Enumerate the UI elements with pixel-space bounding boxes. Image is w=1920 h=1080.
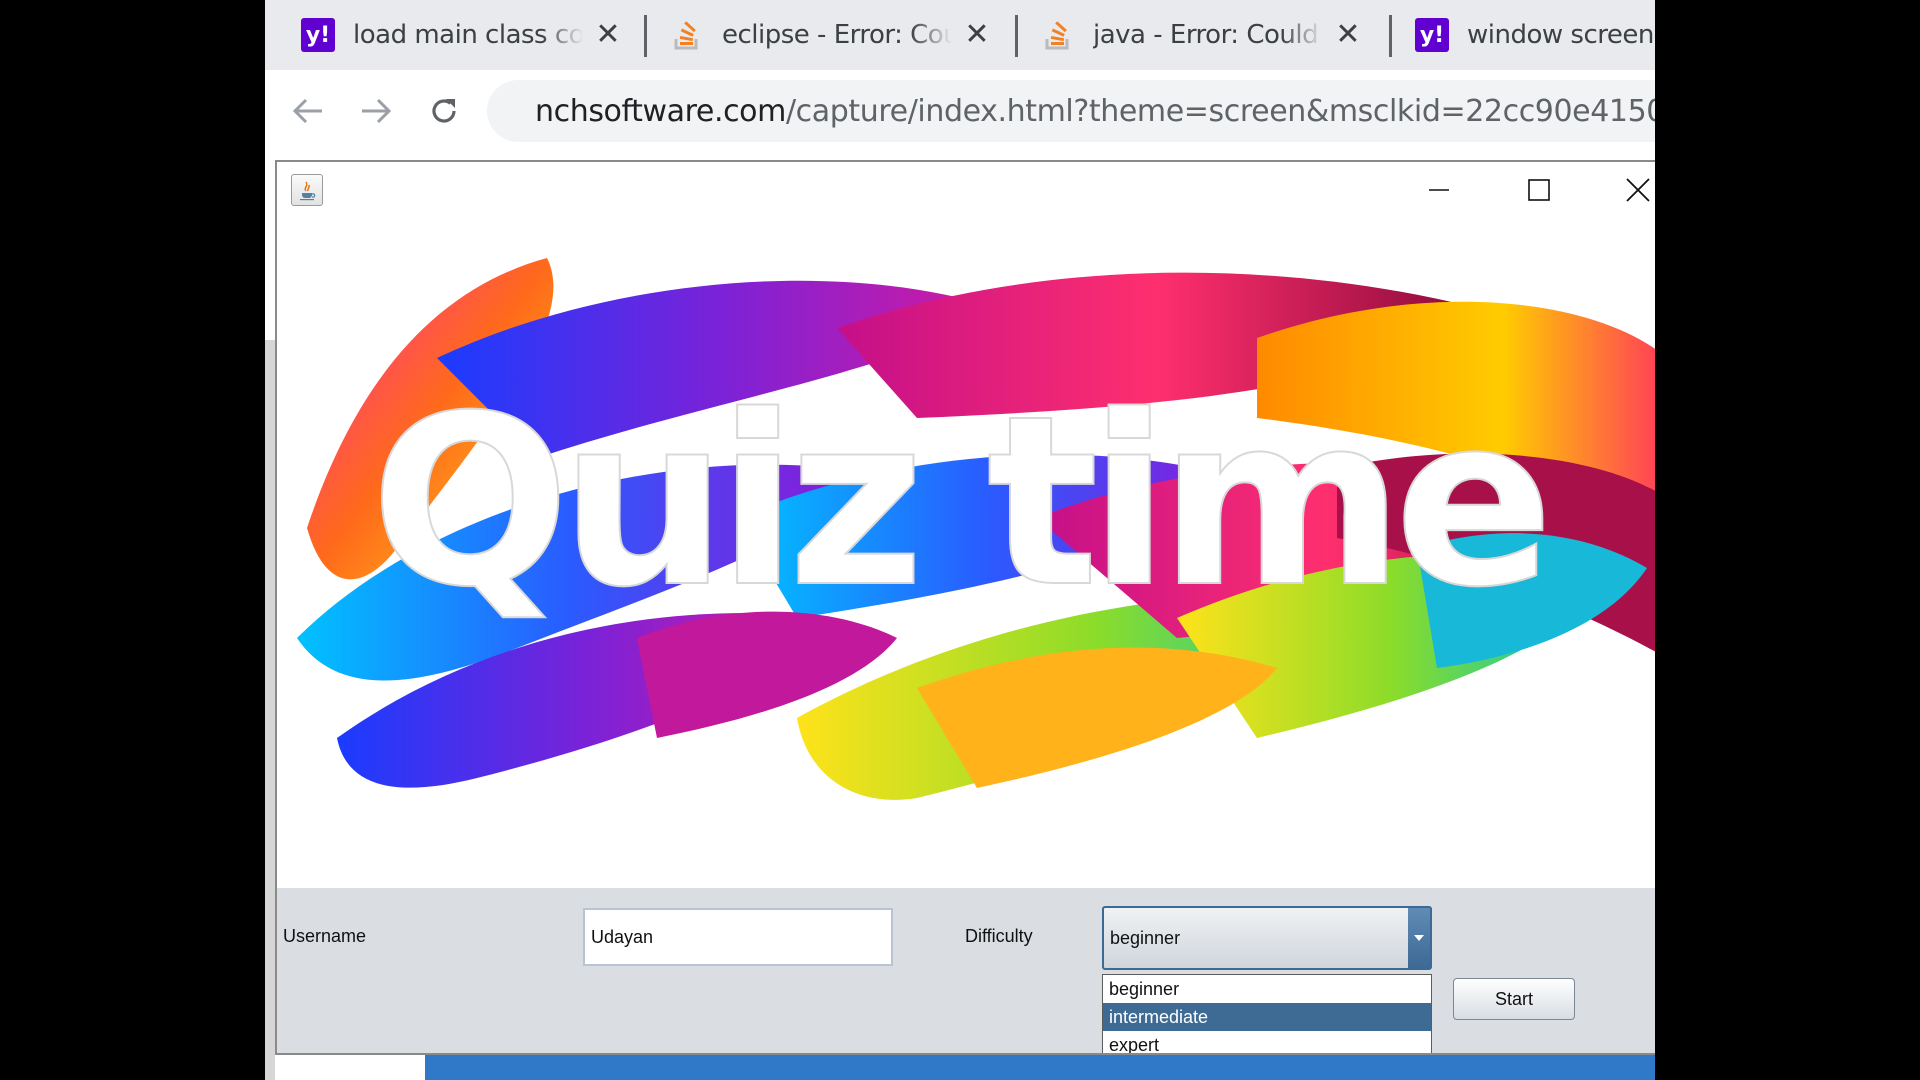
address-bar[interactable]: nchsoftware.com/capture/index.html?theme… <box>487 80 1655 142</box>
browser-viewport: y! load main class conti ✕ eclipse - Err… <box>265 0 1655 1080</box>
maximize-icon <box>1528 179 1550 201</box>
close-icon <box>1626 178 1650 202</box>
username-label: Username <box>283 926 367 946</box>
browser-tab-3[interactable]: java - Error: Could nc ✕ <box>1005 0 1365 70</box>
url-path: /capture/index.html?theme=screen&msclkid… <box>785 93 1655 129</box>
reload-icon <box>432 99 456 123</box>
browser-tab-1[interactable]: y! load main class conti ✕ <box>265 0 625 70</box>
java-app-icon[interactable] <box>291 174 323 206</box>
tab-title: eclipse - Error: Could <box>722 20 952 50</box>
page-edge <box>265 340 275 1080</box>
quiz-form-panel: Username Difficulty beginner beginner in… <box>277 888 1655 1053</box>
difficulty-option-expert[interactable]: expert <box>1103 1031 1431 1053</box>
back-arrow-icon <box>292 98 322 124</box>
close-window-button[interactable] <box>1608 168 1655 212</box>
browser-toolbar: nchsoftware.com/capture/index.html?theme… <box>265 70 1655 152</box>
difficulty-select[interactable]: beginner <box>1102 906 1432 970</box>
difficulty-option-intermediate[interactable]: intermediate <box>1103 1003 1431 1031</box>
maximize-button[interactable] <box>1509 168 1569 212</box>
chevron-down-icon <box>1414 935 1424 941</box>
banner-title: Quiz time <box>370 366 1543 639</box>
yahoo-icon: y! <box>1415 18 1449 52</box>
close-tab-icon[interactable]: ✕ <box>960 20 994 50</box>
stackoverflow-icon <box>1041 18 1075 52</box>
right-black-border <box>1655 0 1920 1080</box>
quiz-app-window: Quiz time Username Difficulty beginner b… <box>275 160 1655 1055</box>
tab-title: window screen re <box>1467 20 1655 50</box>
username-input[interactable] <box>583 908 893 966</box>
difficulty-dropdown-list: beginner intermediate expert <box>1102 974 1432 1053</box>
yahoo-icon: y! <box>301 18 335 52</box>
start-button[interactable]: Start <box>1453 978 1575 1020</box>
tab-title: java - Error: Could nc <box>1093 20 1323 50</box>
back-button[interactable] <box>285 88 331 134</box>
url-host: nchsoftware.com <box>535 93 786 129</box>
tab-strip: y! load main class conti ✕ eclipse - Err… <box>265 0 1655 70</box>
minimize-button[interactable] <box>1409 168 1469 212</box>
reload-button[interactable] <box>421 88 467 134</box>
difficulty-option-beginner[interactable]: beginner <box>1103 975 1431 1003</box>
difficulty-label: Difficulty <box>965 926 1033 946</box>
minimize-icon <box>1429 189 1449 191</box>
browser-tab-2[interactable]: eclipse - Error: Could ✕ <box>634 0 994 70</box>
window-titlebar <box>277 162 1655 218</box>
quiz-banner-image: Quiz time <box>277 218 1655 888</box>
forward-button[interactable] <box>353 88 399 134</box>
tab-title: load main class conti <box>353 20 583 50</box>
browser-tab-4[interactable]: y! window screen re <box>1379 0 1655 70</box>
close-tab-icon[interactable]: ✕ <box>591 20 625 50</box>
close-tab-icon[interactable]: ✕ <box>1331 20 1365 50</box>
url-text: nchsoftware.com/capture/index.html?theme… <box>535 94 1655 129</box>
dropdown-arrow-button[interactable] <box>1408 908 1430 968</box>
stackoverflow-icon <box>670 18 704 52</box>
difficulty-selected-value: beginner <box>1110 928 1181 948</box>
forward-arrow-icon <box>362 98 392 124</box>
left-black-border <box>0 0 265 1080</box>
